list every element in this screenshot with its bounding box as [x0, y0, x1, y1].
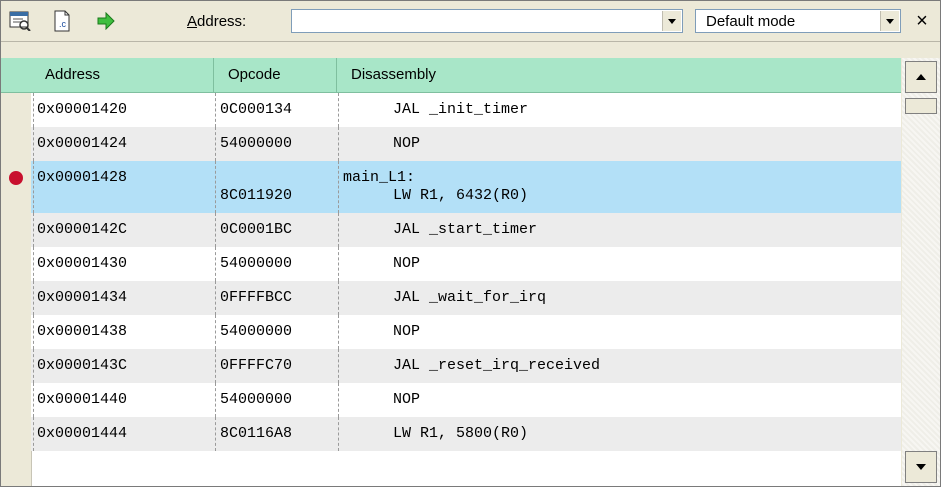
mode-select[interactable]: Default mode	[695, 9, 901, 33]
table-row[interactable]: 0x00001430 54000000 NOP	[1, 247, 901, 281]
opcode-cell: 0FFFFBCC	[220, 289, 293, 306]
column-separator	[33, 127, 34, 161]
opcode-cell: 54000000	[220, 255, 293, 272]
address-cell: 0x00001420	[37, 101, 128, 118]
label-cell: main_L1:	[343, 169, 416, 186]
column-separator	[215, 417, 216, 451]
column-separator	[33, 315, 34, 349]
opcode-cell: 8C0116A8	[220, 425, 293, 442]
column-separator	[338, 281, 339, 315]
column-separator	[215, 349, 216, 383]
column-separator	[338, 349, 339, 383]
column-separator	[215, 247, 216, 281]
instruction-cell: JAL _reset_irq_received	[393, 357, 601, 374]
table-row[interactable]: 0x0000143C 0FFFFC70 JAL _reset_irq_receive…	[1, 349, 901, 383]
combo-dropdown-icon[interactable]	[880, 11, 899, 31]
table-row[interactable]: 0x00001444 8C0116A8 LW R1, 5800(R0)	[1, 417, 901, 451]
instruction-cell: JAL _start_timer	[393, 221, 538, 238]
go-arrow-icon[interactable]	[93, 9, 119, 33]
column-separator	[33, 93, 34, 127]
opcode-cell: 54000000	[220, 135, 293, 152]
address-label: Address:	[187, 13, 247, 30]
column-separator	[33, 213, 34, 247]
opcode-cell: 54000000	[220, 323, 293, 340]
column-separator	[215, 213, 216, 247]
scroll-down-icon[interactable]	[905, 451, 937, 483]
opcode-cell: 8C011920	[220, 187, 293, 204]
column-separator	[215, 93, 216, 127]
column-separator	[215, 127, 216, 161]
opcode-cell: 0FFFFC70	[220, 357, 293, 374]
opcode-cell: 54000000	[220, 391, 293, 408]
breakpoint-icon[interactable]	[9, 171, 23, 185]
address-cell: 0x00001428	[37, 169, 128, 186]
column-separator	[338, 93, 339, 127]
svg-text:.c: .c	[59, 19, 67, 29]
toolbar: .c Address: Default mode ×	[1, 1, 940, 42]
table-row[interactable]: 0x00001420 0C000134 JAL _init_timer	[1, 93, 901, 127]
mode-value: Default mode	[706, 13, 796, 30]
instruction-cell: NOP	[393, 391, 421, 408]
vertical-scrollbar[interactable]	[902, 58, 940, 486]
address-cell: 0x00001440	[37, 391, 128, 408]
address-cell: 0x00001444	[37, 425, 128, 442]
column-separator	[215, 383, 216, 417]
address-cell: 0x00001430	[37, 255, 128, 272]
column-separator	[215, 315, 216, 349]
header-gutter	[1, 58, 32, 93]
close-icon[interactable]: ×	[909, 8, 935, 34]
instruction-cell: LW R1, 6432(R0)	[393, 187, 529, 204]
instruction-cell: NOP	[393, 135, 421, 152]
scroll-thumb[interactable]	[905, 98, 937, 114]
column-separator	[338, 127, 339, 161]
instruction-cell: LW R1, 5800(R0)	[393, 425, 529, 442]
column-separator	[338, 315, 339, 349]
instruction-cell: JAL _wait_for_irq	[393, 289, 547, 306]
column-separator	[215, 161, 216, 213]
disassembly-grid: Address Opcode Disassembly 0x00001420 0C0…	[1, 58, 901, 486]
column-separator	[338, 213, 339, 247]
row-background	[31, 315, 901, 349]
column-separator	[338, 247, 339, 281]
address-cell: 0x0000142C	[37, 221, 128, 238]
address-cell: 0x00001434	[37, 289, 128, 306]
opcode-cell: 0C0001BC	[220, 221, 293, 238]
row-background	[31, 247, 901, 281]
instruction-cell: NOP	[393, 323, 421, 340]
column-separator	[215, 281, 216, 315]
column-separator	[338, 161, 339, 213]
disassembly-window: .c Address: Default mode × Address Opcod…	[0, 0, 941, 487]
column-separator	[33, 247, 34, 281]
column-separator	[33, 417, 34, 451]
source-file-icon[interactable]: .c	[49, 9, 75, 33]
address-cell: 0x0000143C	[37, 357, 128, 374]
instruction-cell: JAL _init_timer	[393, 101, 529, 118]
table-row[interactable]: 0x0000142C 0C0001BC JAL _start_timer	[1, 213, 901, 247]
row-background	[31, 383, 901, 417]
column-header-opcode[interactable]: Opcode	[214, 58, 337, 92]
column-header: Address Opcode Disassembly	[31, 58, 901, 93]
instruction-cell: NOP	[393, 255, 421, 272]
table-row[interactable]: 0x00001438 54000000 NOP	[1, 315, 901, 349]
address-cell: 0x00001424	[37, 135, 128, 152]
column-header-disassembly[interactable]: Disassembly	[337, 58, 901, 92]
opcode-cell: 0C000134	[220, 101, 293, 118]
column-separator	[338, 417, 339, 451]
scroll-up-icon[interactable]	[905, 61, 937, 93]
address-input[interactable]	[291, 9, 683, 33]
combo-dropdown-icon[interactable]	[662, 11, 681, 31]
column-header-address[interactable]: Address	[31, 58, 214, 92]
table-row[interactable]: 0x00001428 8C011920 main_L1: LW R1, 6432(R0…	[1, 161, 901, 213]
address-cell: 0x00001438	[37, 323, 128, 340]
column-separator	[338, 383, 339, 417]
disassembly-window-icon[interactable]	[7, 9, 33, 33]
column-separator	[33, 383, 34, 417]
table-row[interactable]: 0x00001424 54000000 NOP	[1, 127, 901, 161]
table-row[interactable]: 0x00001440 54000000 NOP	[1, 383, 901, 417]
table-row[interactable]: 0x00001434 0FFFFBCC JAL _wait_for_irq	[1, 281, 901, 315]
column-separator	[33, 281, 34, 315]
column-separator	[33, 349, 34, 383]
column-separator	[33, 161, 34, 213]
row-background	[31, 127, 901, 161]
